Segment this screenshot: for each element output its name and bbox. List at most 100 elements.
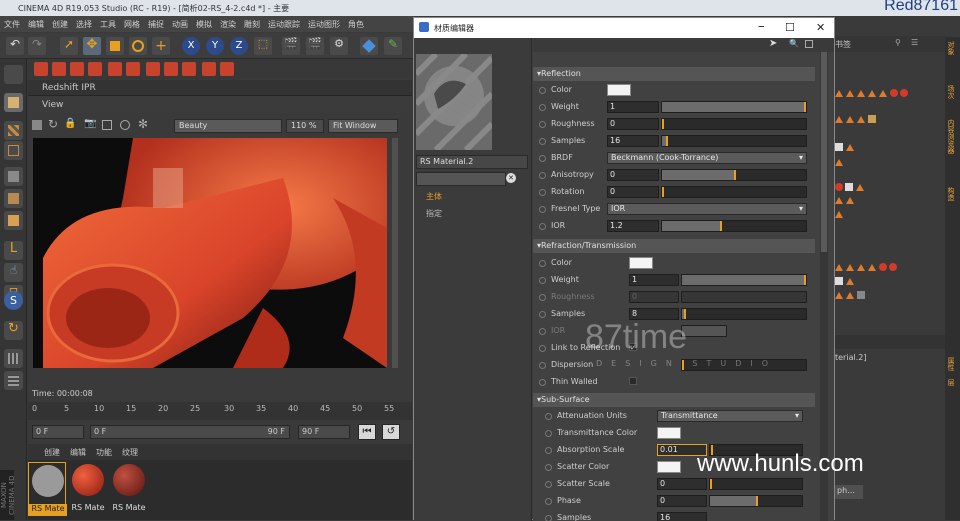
minimize-button[interactable]: – <box>758 19 765 34</box>
search-icon[interactable]: 🔍 <box>789 39 799 48</box>
edges-mode-icon[interactable] <box>4 189 23 208</box>
menu-create[interactable]: 创建 <box>48 16 72 33</box>
new-panel-icon[interactable] <box>805 40 813 48</box>
scale-icon[interactable] <box>106 37 124 55</box>
animate-dot[interactable] <box>539 311 546 318</box>
mat-menu-edit[interactable]: 编辑 <box>70 447 86 458</box>
object-row[interactable] <box>835 143 940 157</box>
animate-dot[interactable] <box>539 138 546 145</box>
select-arrow-icon[interactable]: ➚ <box>60 37 78 55</box>
points-mode-icon[interactable] <box>4 167 23 186</box>
menu-mesh[interactable]: 网格 <box>120 16 144 33</box>
reflection-roughness-slider[interactable] <box>661 118 807 130</box>
mat-menu-texture[interactable]: 纹理 <box>122 447 138 458</box>
menu-file[interactable]: 文件 <box>0 16 24 33</box>
animate-dot[interactable] <box>539 155 546 162</box>
frame-range-slider[interactable]: 0 F 90 F <box>90 425 290 439</box>
refraction-color-swatch[interactable] <box>629 257 653 269</box>
animate-dot[interactable] <box>545 413 552 420</box>
refraction-weight-field[interactable]: 1 <box>629 274 679 286</box>
rs-tool-9-icon[interactable] <box>182 62 196 76</box>
animate-dot[interactable] <box>539 206 546 213</box>
y-axis-icon[interactable]: Y <box>206 37 224 55</box>
animate-dot[interactable] <box>539 379 546 386</box>
object-row[interactable] <box>835 291 940 305</box>
end-frame-field[interactable]: 90 F <box>298 425 350 439</box>
rotation-slider[interactable] <box>661 186 807 198</box>
add-icon[interactable]: + <box>152 37 170 55</box>
material-swatch[interactable]: RS Mate <box>69 462 107 516</box>
animate-dot[interactable] <box>545 464 552 471</box>
refresh-icon[interactable]: ↻ <box>48 117 58 131</box>
redo-icon[interactable]: ↷ <box>28 37 46 55</box>
animate-dot[interactable] <box>539 328 546 335</box>
snap-icon[interactable]: S <box>4 291 23 310</box>
lock-icon[interactable]: ↻ <box>4 321 23 340</box>
ipr-render-view[interactable] <box>33 138 387 368</box>
grid-snap-icon[interactable] <box>4 349 23 368</box>
object-row[interactable] <box>835 183 940 197</box>
fresnel-type-dropdown[interactable]: IOR <box>607 203 807 215</box>
animate-dot[interactable] <box>539 121 546 128</box>
reflection-section-header[interactable]: ▾Reflection <box>533 67 815 81</box>
material-name-field[interactable]: RS Material.2 <box>416 155 528 169</box>
filter-icon[interactable]: ☰ <box>911 38 918 47</box>
animate-dot[interactable] <box>539 87 546 94</box>
layer-icon[interactable] <box>4 371 23 390</box>
cube-icon[interactable] <box>360 37 378 55</box>
lock-icon[interactable]: 🔒 <box>64 118 76 129</box>
animate-dot[interactable] <box>539 104 546 111</box>
settings-icon[interactable]: ✻ <box>138 117 148 131</box>
mat-menu-create[interactable]: 创建 <box>44 447 60 458</box>
reflection-ior-slider[interactable] <box>661 220 807 232</box>
move-icon[interactable]: ✥ <box>83 37 101 55</box>
mat-menu-function[interactable]: 功能 <box>96 447 112 458</box>
animate-dot[interactable] <box>539 172 546 179</box>
close-button[interactable]: ✕ <box>816 21 825 34</box>
zoom-field[interactable]: 110 % <box>286 119 324 133</box>
render-view-icon[interactable]: 🎬 <box>282 37 300 55</box>
reflection-weight-slider[interactable] <box>661 101 807 113</box>
stop-icon[interactable] <box>32 120 42 130</box>
tab-layers[interactable]: 层 <box>946 379 956 386</box>
anisotropy-field[interactable]: 0 <box>607 169 659 181</box>
animate-dot[interactable] <box>539 277 546 284</box>
menu-render[interactable]: 渲染 <box>216 16 240 33</box>
refraction-weight-slider[interactable] <box>681 274 807 286</box>
object-mode-icon[interactable] <box>4 93 23 112</box>
anisotropy-slider[interactable] <box>661 169 807 181</box>
animate-dot[interactable] <box>539 362 546 369</box>
reflection-samples-field[interactable]: 16 <box>607 135 659 147</box>
menu-sculpt[interactable]: 雕刻 <box>240 16 264 33</box>
menu-select[interactable]: 选择 <box>72 16 96 33</box>
animate-dot[interactable] <box>545 447 552 454</box>
bookmarks-tab[interactable]: 书签 <box>835 39 851 50</box>
maximize-button[interactable]: ☐ <box>785 21 795 34</box>
tab-content-browser[interactable]: 内容浏览器 <box>946 119 956 154</box>
go-to-start-icon[interactable]: ⏮ <box>358 424 376 440</box>
menu-tools[interactable]: 工具 <box>96 16 120 33</box>
rs-tool-1-icon[interactable] <box>34 62 48 76</box>
tweak-icon[interactable]: ☝ <box>4 263 23 282</box>
reflection-samples-slider[interactable] <box>661 135 807 147</box>
menu-mograph[interactable]: 运动图形 <box>304 16 344 33</box>
rotation-field[interactable]: 0 <box>607 186 659 198</box>
material-swatch[interactable]: RS Mate <box>110 462 148 516</box>
object-row[interactable] <box>835 211 940 225</box>
animate-dot[interactable] <box>545 515 552 521</box>
phase-field[interactable]: 0 <box>657 495 707 507</box>
scatter-scale-slider[interactable] <box>709 478 803 490</box>
clear-search-icon[interactable]: ✕ <box>506 173 516 183</box>
rs-tool-4-icon[interactable] <box>88 62 102 76</box>
spline-pen-icon[interactable]: ✎ <box>384 37 402 55</box>
fit-select[interactable]: Fit Window <box>328 119 398 133</box>
object-row[interactable] <box>835 89 940 103</box>
phase-slider[interactable] <box>709 495 803 507</box>
view-menu[interactable]: View <box>42 100 63 110</box>
reflection-roughness-field[interactable]: 0 <box>607 118 659 130</box>
tag-button[interactable]: ph... <box>835 485 863 499</box>
thin-walled-checkbox[interactable] <box>629 377 637 385</box>
animate-dot[interactable] <box>539 345 546 352</box>
animate-dot[interactable] <box>539 189 546 196</box>
channel-main[interactable]: 主体 <box>426 191 442 202</box>
